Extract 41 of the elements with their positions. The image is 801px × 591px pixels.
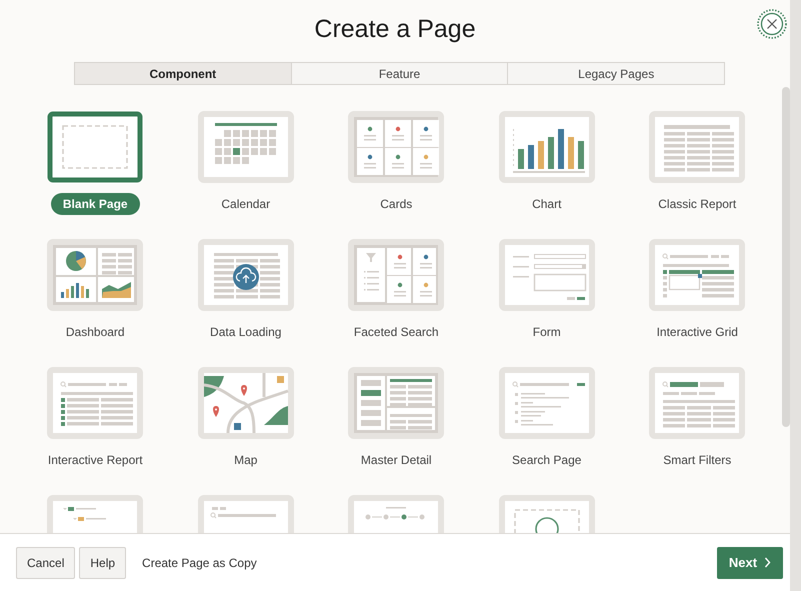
template-label[interactable]: Interactive Report [36, 449, 155, 471]
blank-thumbnail[interactable] [47, 111, 144, 183]
calendar-thumbnail[interactable] [198, 111, 294, 183]
chevron-icon [764, 557, 772, 568]
template-label[interactable]: Dashboard [54, 321, 137, 343]
interactive-report-thumbnail[interactable] [47, 367, 144, 439]
footer-button[interactable]: Cancel [16, 546, 76, 578]
interactive-grid-thumbnail[interactable] [649, 239, 746, 311]
template-label[interactable]: Interactive Grid [644, 321, 750, 343]
template-label[interactable]: Calendar [209, 193, 282, 215]
template-label[interactable]: Map [222, 449, 270, 471]
template-label[interactable]: Smart Filters [651, 449, 744, 471]
template-label[interactable]: Chart [520, 193, 574, 215]
template-label[interactable]: Master Detail [348, 449, 444, 471]
faceted-search-thumbnail[interactable] [348, 239, 444, 311]
classic-report-thumbnail[interactable] [649, 111, 746, 183]
footer-button[interactable]: Help [79, 546, 126, 578]
template-label[interactable]: Search Page [500, 449, 594, 471]
tab[interactable]: Feature [290, 62, 508, 85]
dialog-title: Create a Page [314, 14, 476, 44]
dashboard-thumbnail[interactable] [47, 239, 144, 311]
chart-thumbnail[interactable] [498, 111, 595, 183]
next-button[interactable]: Next [717, 546, 783, 578]
smart-filters-thumbnail[interactable] [649, 367, 746, 439]
template-label[interactable]: Faceted Search [342, 321, 451, 343]
master-detail-thumbnail[interactable] [348, 367, 444, 439]
template-label[interactable]: Classic Report [646, 193, 748, 215]
scrollbar[interactable] [782, 87, 790, 427]
data-loading-thumbnail[interactable] [198, 239, 294, 311]
cards-thumbnail[interactable] [348, 111, 444, 183]
close-icon[interactable] [757, 9, 787, 39]
template-label[interactable]: Cards [368, 193, 424, 215]
tab[interactable]: Legacy Pages [507, 62, 726, 85]
template-label[interactable]: Blank Page [50, 193, 140, 215]
tab[interactable]: Component [74, 62, 292, 85]
search-page-thumbnail[interactable] [498, 367, 595, 439]
template-label[interactable]: Data Loading [198, 321, 294, 343]
create-copy-link[interactable]: Create Page as Copy [142, 556, 713, 570]
form-thumbnail[interactable] [498, 239, 595, 311]
map-thumbnail[interactable] [198, 367, 294, 439]
template-label[interactable]: Form [520, 321, 573, 343]
